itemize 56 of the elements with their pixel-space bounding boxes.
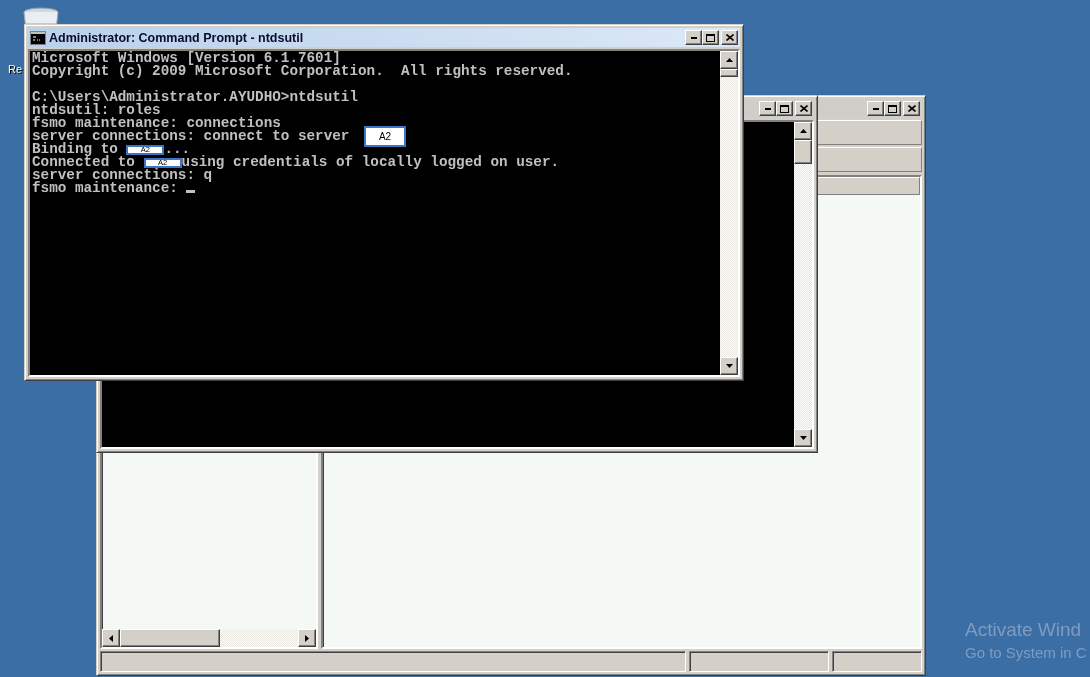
scroll-up-button[interactable] [794, 122, 812, 140]
maximize-icon [706, 33, 715, 42]
minimize-icon [690, 36, 697, 39]
scroll-down-button[interactable] [720, 357, 738, 375]
close-icon [799, 105, 808, 112]
close-icon [725, 34, 734, 41]
minimize-icon [872, 107, 879, 110]
up-arrow-icon [799, 129, 807, 133]
console-icon [30, 30, 46, 45]
console-text: ntdsutil: roles [32, 104, 161, 117]
right-arrow-icon [305, 634, 309, 642]
scroll-up-button[interactable] [720, 51, 738, 69]
down-arrow-icon [799, 436, 807, 440]
console-text: Binding to [32, 143, 119, 156]
up-arrow-icon [725, 58, 733, 62]
minimize-button[interactable] [759, 101, 776, 116]
scroll-thumb[interactable] [120, 629, 220, 647]
maximize-button[interactable] [884, 101, 901, 116]
close-button[interactable] [721, 30, 738, 45]
console-text: Microsoft Windows [Version 6.1.7601] [32, 52, 341, 65]
scroll-thumb[interactable] [720, 69, 738, 77]
close-button[interactable] [903, 101, 920, 116]
redaction-label: A2 [364, 126, 407, 147]
vertical-scrollbar[interactable] [794, 122, 812, 447]
console-text: fsmo maintenance: connections [32, 117, 281, 130]
desktop-icon-label[interactable]: Re [8, 63, 23, 75]
close-icon [907, 105, 916, 112]
maximize-button[interactable] [702, 30, 719, 45]
console-text: Connected to [32, 156, 135, 169]
trash-bin-icon[interactable] [21, 7, 61, 24]
maximize-icon [888, 104, 897, 113]
maximize-button[interactable] [776, 101, 793, 116]
scroll-right-button[interactable] [298, 629, 316, 647]
close-button[interactable] [795, 101, 812, 116]
console-text: ... [164, 143, 191, 156]
minimize-icon [764, 107, 771, 110]
down-arrow-icon [725, 364, 733, 368]
minimize-button[interactable] [685, 30, 702, 45]
scroll-thumb[interactable] [794, 140, 812, 164]
console-text: fsmo maintenance: [32, 182, 179, 195]
horizontal-scrollbar[interactable] [102, 629, 316, 647]
scroll-down-button[interactable] [794, 429, 812, 447]
console-text: Copyright (c) 2009 Microsoft Corporation. All rights reserved. [32, 65, 573, 78]
text-cursor [186, 190, 196, 193]
title-bar[interactable]: Administrator: Command Prompt - ntdsutil [28, 28, 740, 47]
activation-title: Activate Wind [965, 619, 1083, 641]
console-text: server connections: q [32, 169, 213, 182]
vertical-scrollbar[interactable] [720, 51, 738, 375]
scroll-left-button[interactable] [102, 629, 120, 647]
minimize-button[interactable] [867, 101, 884, 116]
console-text: C:\Users\Administrator.AYUDHO>ntdsutil [32, 91, 359, 104]
window-title: Administrator: Command Prompt - ntdsutil [49, 30, 304, 45]
console-text: using credentials of locally logged on user. [181, 156, 560, 169]
maximize-icon [780, 104, 789, 113]
left-arrow-icon [109, 634, 113, 642]
console-text: server connections: connect to server [32, 130, 351, 143]
